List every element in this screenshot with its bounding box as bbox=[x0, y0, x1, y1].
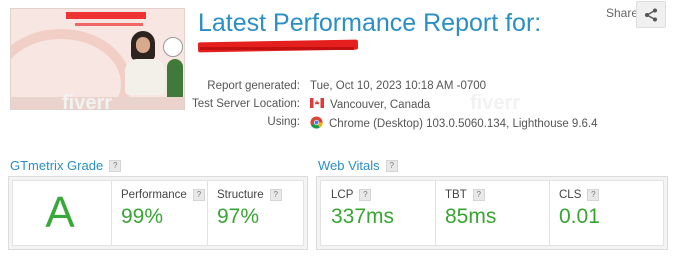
thumbnail-badge bbox=[163, 37, 183, 57]
cls-value: 0.01 bbox=[559, 205, 600, 228]
share-icon bbox=[645, 8, 657, 21]
redacted-url-underline bbox=[200, 47, 354, 50]
structure-label-wrap: Structure ? bbox=[217, 189, 282, 201]
tbt-value: 85ms bbox=[445, 205, 497, 228]
structure-metric: Structure ? 97% bbox=[207, 181, 303, 245]
help-icon[interactable]: ? bbox=[359, 189, 372, 201]
web-vitals-panel: LCP ? 337ms TBT ? 85ms CLS ? 0.01 bbox=[316, 176, 668, 250]
tbt-label: TBT bbox=[445, 189, 467, 201]
cls-label-wrap: CLS ? bbox=[559, 189, 600, 201]
using-label: Using: bbox=[267, 116, 300, 128]
test-server-location-row: Test Server Location: Vancouver, Canada bbox=[0, 98, 680, 116]
web-vitals-title: Web Vitals bbox=[318, 158, 380, 173]
lcp-value: 337ms bbox=[331, 205, 395, 228]
using-row: Using: Chrome (Desktop) 103.0.5060.134, … bbox=[0, 116, 680, 134]
web-vitals-heading: Web Vitals ? bbox=[318, 158, 398, 173]
tbt-metric: TBT ? 85ms bbox=[435, 181, 549, 245]
help-icon[interactable]: ? bbox=[472, 189, 485, 201]
lcp-metric: LCP ? 337ms bbox=[321, 181, 435, 245]
share-button[interactable] bbox=[636, 1, 666, 28]
grade-letter: A bbox=[13, 181, 107, 245]
test-server-location-value: Vancouver, Canada bbox=[330, 98, 431, 111]
report-generated-row: Report generated: Tue, Oct 10, 2023 10:1… bbox=[0, 80, 680, 98]
structure-value: 97% bbox=[217, 205, 260, 228]
gtmetrix-grade-title: GTmetrix Grade bbox=[10, 158, 104, 173]
help-icon[interactable]: ? bbox=[192, 189, 205, 201]
redaction-mark bbox=[75, 23, 143, 26]
gtmetrix-grade-panel: A Performance ? 99% Structure ? 97% bbox=[8, 176, 308, 250]
help-icon[interactable]: ? bbox=[269, 189, 282, 201]
report-generated-value: Tue, Oct 10, 2023 10:18 AM -0700 bbox=[310, 80, 487, 92]
cls-metric: CLS ? 0.01 bbox=[549, 181, 663, 245]
help-icon[interactable]: ? bbox=[385, 159, 398, 172]
test-server-location-value-wrap: Vancouver, Canada bbox=[310, 98, 430, 111]
redacted-url bbox=[197, 39, 359, 53]
lcp-label-wrap: LCP ? bbox=[331, 189, 372, 201]
performance-label: Performance bbox=[121, 189, 187, 201]
chrome-icon bbox=[310, 116, 323, 132]
thumbnail-person-face bbox=[136, 37, 150, 53]
cls-label: CLS bbox=[559, 189, 582, 201]
using-value-wrap: Chrome (Desktop) 103.0.5060.134, Lightho… bbox=[310, 116, 598, 132]
page-title: Latest Performance Report for: bbox=[198, 9, 542, 37]
help-icon[interactable]: ? bbox=[587, 189, 600, 201]
canada-flag-icon bbox=[310, 98, 324, 111]
gtmetrix-grade-inner: A Performance ? 99% Structure ? 97% bbox=[12, 180, 304, 246]
lcp-label: LCP bbox=[331, 189, 354, 201]
performance-value: 99% bbox=[121, 205, 164, 228]
performance-metric: Performance ? 99% bbox=[111, 181, 207, 245]
help-icon[interactable]: ? bbox=[109, 159, 122, 172]
share-label: Share bbox=[606, 6, 639, 20]
web-vitals-inner: LCP ? 337ms TBT ? 85ms CLS ? 0.01 bbox=[320, 180, 664, 246]
gtmetrix-grade-heading: GTmetrix Grade ? bbox=[10, 158, 122, 173]
report-generated-label: Report generated: bbox=[207, 80, 300, 92]
structure-label: Structure bbox=[217, 189, 264, 201]
redaction-mark bbox=[66, 12, 146, 19]
tbt-label-wrap: TBT ? bbox=[445, 189, 485, 201]
using-value: Chrome (Desktop) 103.0.5060.134, Lightho… bbox=[329, 118, 598, 130]
test-server-location-label: Test Server Location: bbox=[191, 98, 300, 110]
performance-label-wrap: Performance ? bbox=[121, 189, 205, 201]
